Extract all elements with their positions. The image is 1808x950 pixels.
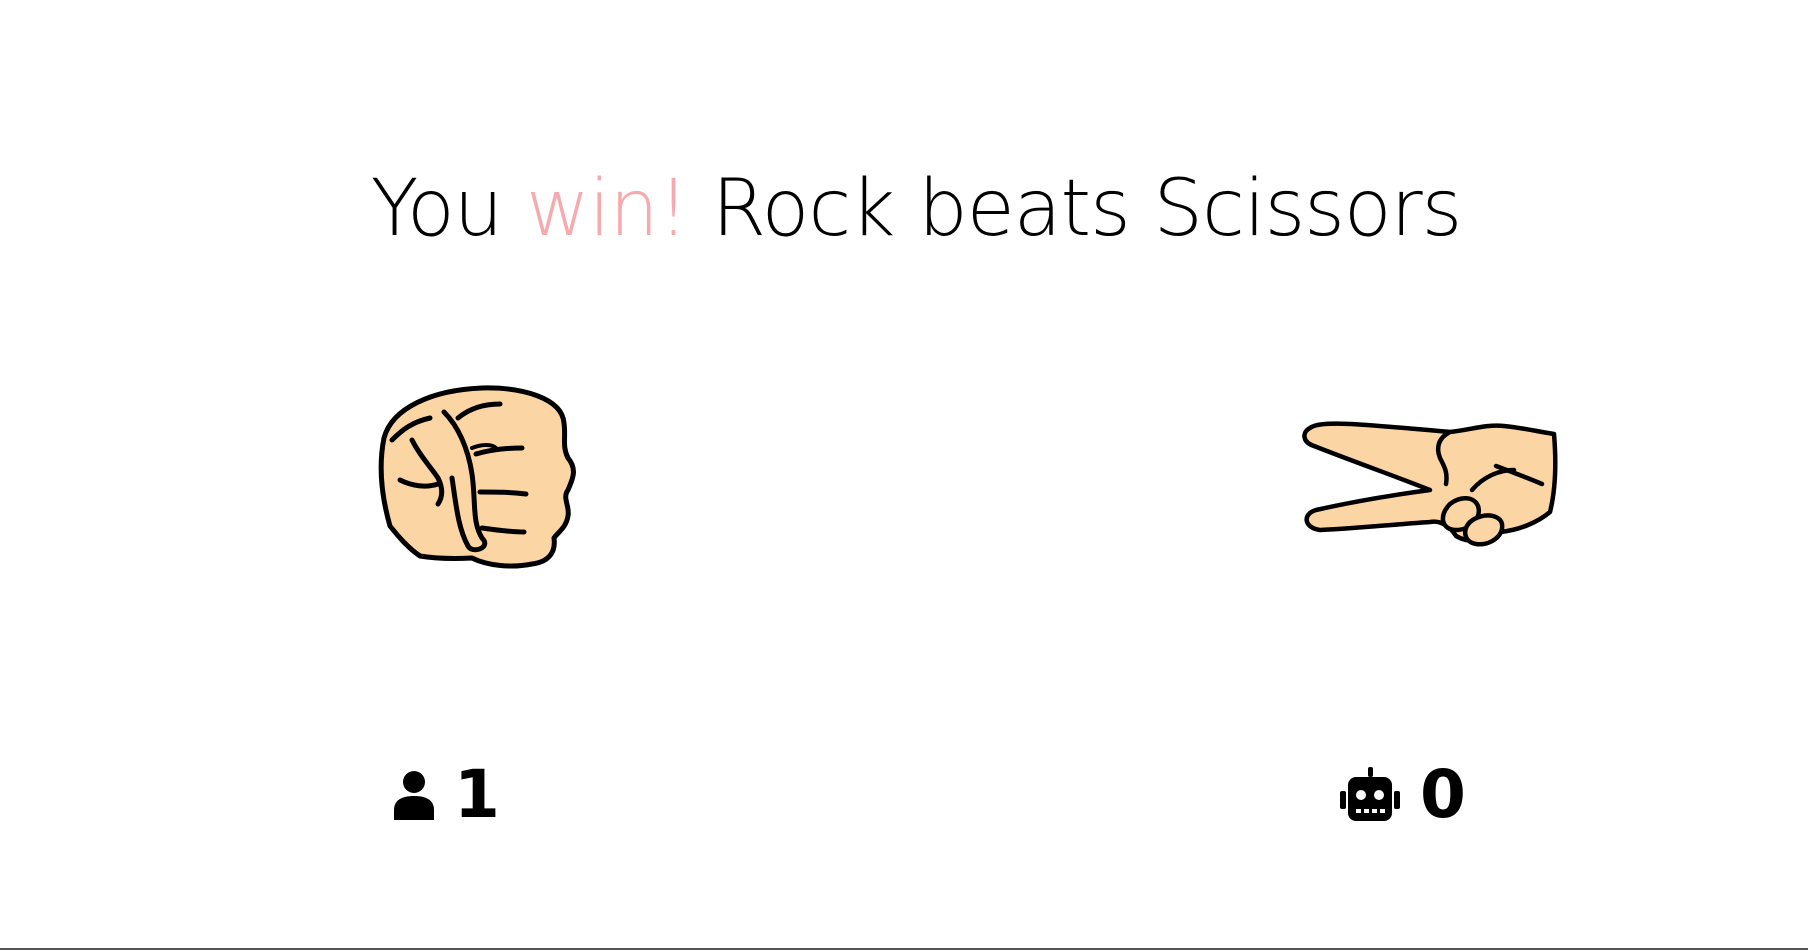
player-score-value: 1	[454, 756, 500, 833]
robot-icon	[1340, 767, 1400, 821]
game-stage: You win! Rock beats Scissors 1 0	[0, 0, 1808, 950]
result-outcome: win!	[525, 164, 689, 255]
result-prefix: You	[370, 164, 526, 255]
scissors-hand-icon	[1302, 421, 1558, 547]
player-choice-rock	[372, 378, 582, 588]
rock-fist-icon	[378, 385, 576, 569]
player-score: 1	[392, 760, 500, 830]
computer-score: 0	[1338, 760, 1466, 830]
computer-choice-scissors	[1300, 418, 1560, 568]
user-icon	[394, 771, 434, 820]
computer-score-value: 0	[1420, 756, 1466, 833]
result-suffix: Rock beats Scissors	[688, 164, 1462, 255]
result-heading: You win! Rock beats Scissors	[0, 170, 1808, 248]
